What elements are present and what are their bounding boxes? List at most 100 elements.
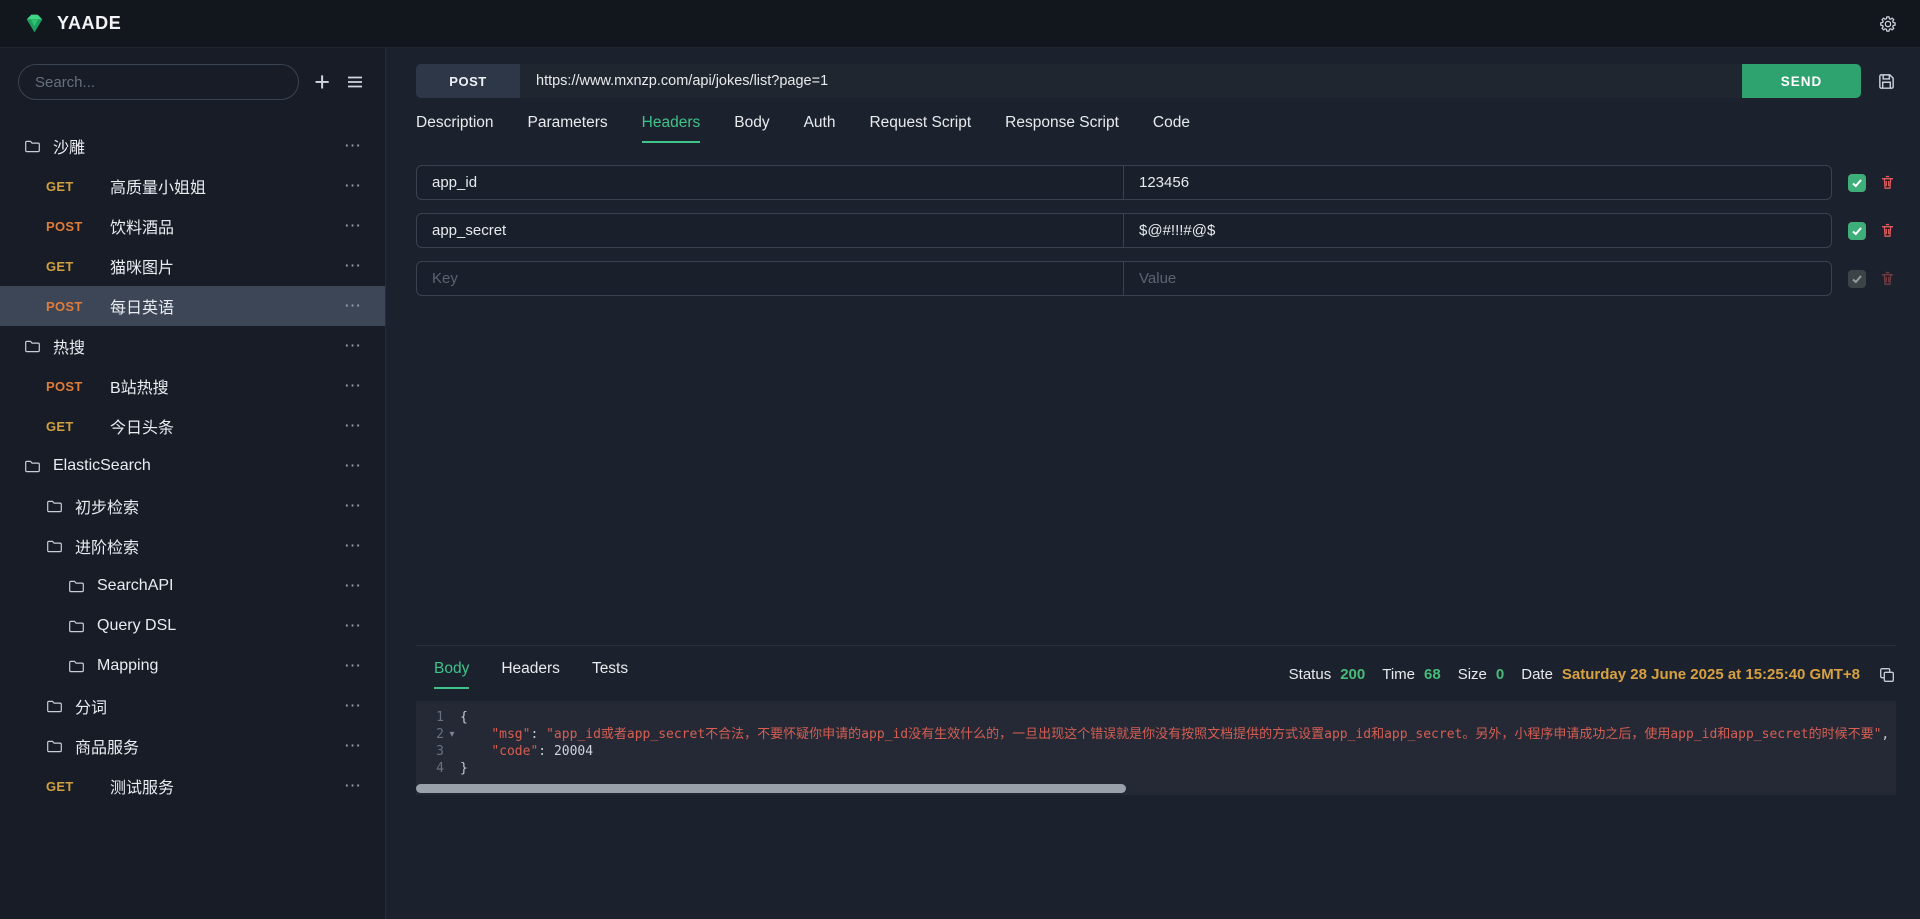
- tab-parameters[interactable]: Parameters: [528, 114, 608, 143]
- header-key-input[interactable]: [417, 166, 1124, 199]
- sidebar-request-item[interactable]: GET高质量小姐姐⋯: [0, 166, 385, 206]
- tab-code[interactable]: Code: [1153, 114, 1190, 143]
- response-header: BodyHeadersTests Status200Time68Size0Dat…: [416, 646, 1896, 689]
- header-value-input[interactable]: [1124, 262, 1831, 295]
- item-options-button[interactable]: ⋯: [344, 216, 385, 236]
- tab-auth[interactable]: Auth: [804, 114, 836, 143]
- item-label: 猫咪图片: [110, 254, 174, 278]
- add-collection-button[interactable]: +: [314, 69, 330, 96]
- delete-header-button[interactable]: [1879, 174, 1896, 191]
- tab-description[interactable]: Description: [416, 114, 494, 143]
- code-line: 2▾ "msg": "app_id或者app_secret不合法，不要怀疑你申请…: [416, 726, 1896, 743]
- item-options-button[interactable]: ⋯: [344, 456, 385, 476]
- sidebar-folder-item[interactable]: 进阶检索⋯: [0, 526, 385, 566]
- sidebar-request-item[interactable]: POST饮料酒品⋯: [0, 206, 385, 246]
- sidebar-folder-item[interactable]: Query DSL ⋯: [0, 606, 385, 646]
- sidebar-folder-item[interactable]: SearchAPI⋯: [0, 566, 385, 606]
- response-panel: BodyHeadersTests Status200Time68Size0Dat…: [416, 645, 1896, 919]
- sidebar-folder-item[interactable]: 沙雕⋯: [0, 126, 385, 166]
- item-options-button[interactable]: ⋯: [344, 776, 385, 796]
- meta-label-date: Date: [1521, 666, 1553, 683]
- sidebar-request-item[interactable]: GET猫咪图片⋯: [0, 246, 385, 286]
- sidebar-folder-item[interactable]: 分词⋯: [0, 686, 385, 726]
- header-row-box: [416, 261, 1832, 296]
- topbar: YAADE: [0, 0, 1920, 48]
- sidebar-request-item[interactable]: POSTB站热搜⋯: [0, 366, 385, 406]
- sidebar-folder-item[interactable]: 热搜⋯: [0, 326, 385, 366]
- item-options-button[interactable]: ⋯: [344, 256, 385, 276]
- item-options-button[interactable]: ⋯: [344, 616, 385, 636]
- item-options-button[interactable]: ⋯: [344, 336, 385, 356]
- horizontal-scrollbar[interactable]: [416, 784, 1126, 793]
- sidebar-request-item[interactable]: GET测试服务⋯: [0, 766, 385, 806]
- tab-body[interactable]: Body: [734, 114, 769, 143]
- fold-arrow-icon[interactable]: ▾: [444, 726, 460, 743]
- meta-value-size: 0: [1496, 666, 1504, 683]
- sidebar-menu-button[interactable]: [345, 72, 365, 92]
- delete-header-button[interactable]: [1879, 222, 1896, 239]
- folder-icon: [68, 658, 85, 675]
- line-number: 4: [416, 760, 444, 777]
- fold-spacer: [444, 709, 460, 726]
- item-options-button[interactable]: ⋯: [344, 296, 385, 316]
- item-label: 每日英语: [110, 294, 174, 318]
- item-options-button[interactable]: ⋯: [344, 136, 385, 156]
- header-value-input[interactable]: [1124, 166, 1831, 199]
- code-text: {: [460, 709, 1896, 726]
- tab-request-script[interactable]: Request Script: [869, 114, 971, 143]
- response-tab-tests[interactable]: Tests: [592, 660, 628, 689]
- code-text: }: [460, 760, 1896, 777]
- header-enabled-checkbox[interactable]: [1848, 222, 1866, 240]
- search-input[interactable]: [18, 64, 299, 100]
- header-key-input[interactable]: [417, 262, 1124, 295]
- collections-tree: 沙雕⋯GET高质量小姐姐⋯POST饮料酒品⋯GET猫咪图片⋯POST每日英语⋯热…: [0, 126, 385, 806]
- sidebar-folder-item[interactable]: Mapping⋯: [0, 646, 385, 686]
- item-options-button[interactable]: ⋯: [344, 696, 385, 716]
- line-number: 1: [416, 709, 444, 726]
- save-request-button[interactable]: [1877, 72, 1896, 91]
- response-tab-headers[interactable]: Headers: [501, 660, 560, 689]
- copy-response-button[interactable]: [1878, 666, 1896, 684]
- url-input[interactable]: [520, 64, 1742, 98]
- item-options-button[interactable]: ⋯: [344, 376, 385, 396]
- item-options-button[interactable]: ⋯: [344, 576, 385, 596]
- request-url-group: POST SEND: [416, 64, 1861, 98]
- gem-logo-icon: [22, 11, 47, 36]
- sidebar-folder-item[interactable]: 初步检索⋯: [0, 486, 385, 526]
- item-options-button[interactable]: ⋯: [344, 736, 385, 756]
- tab-headers[interactable]: Headers: [642, 114, 701, 143]
- header-row-box: [416, 213, 1832, 248]
- header-key-input[interactable]: [417, 214, 1124, 247]
- sidebar-request-item[interactable]: GET今日头条⋯: [0, 406, 385, 446]
- item-options-button[interactable]: ⋯: [344, 416, 385, 436]
- item-options-button[interactable]: ⋯: [344, 536, 385, 556]
- item-options-button[interactable]: ⋯: [344, 656, 385, 676]
- method-select[interactable]: POST: [416, 64, 520, 98]
- item-options-button[interactable]: ⋯: [344, 176, 385, 196]
- item-label: ElasticSearch: [53, 457, 151, 475]
- sidebar-folder-item[interactable]: 商品服务⋯: [0, 726, 385, 766]
- sidebar-folder-item[interactable]: ElasticSearch ⋯: [0, 446, 385, 486]
- header-row: [416, 165, 1896, 200]
- header-enabled-checkbox[interactable]: [1848, 270, 1866, 288]
- header-value-input[interactable]: [1124, 214, 1831, 247]
- delete-header-button[interactable]: [1879, 270, 1896, 287]
- sidebar-request-item[interactable]: POST每日英语⋯: [0, 286, 385, 326]
- code-line: 4}: [416, 760, 1896, 777]
- send-button[interactable]: SEND: [1742, 64, 1861, 98]
- item-label: 测试服务: [110, 774, 174, 798]
- request-bar: POST SEND: [416, 64, 1896, 98]
- item-options-button[interactable]: ⋯: [344, 496, 385, 516]
- item-label: Query DSL: [97, 617, 176, 635]
- response-meta: Status200Time68Size0DateSaturday 28 June…: [1281, 666, 1860, 683]
- sidebar: + 沙雕⋯GET高质量小姐姐⋯POST饮料酒品⋯GET猫咪图片⋯POST每日英语…: [0, 48, 386, 919]
- request-body-empty-area: [416, 309, 1896, 645]
- meta-value-status: 200: [1340, 666, 1365, 683]
- tab-response-script[interactable]: Response Script: [1005, 114, 1119, 143]
- request-method-label: POST: [46, 379, 98, 394]
- meta-value-time: 68: [1424, 666, 1441, 683]
- settings-gear-icon[interactable]: [1878, 14, 1898, 34]
- response-tab-body[interactable]: Body: [434, 660, 469, 689]
- header-enabled-checkbox[interactable]: [1848, 174, 1866, 192]
- response-body-viewer[interactable]: 1 {2▾ "msg": "app_id或者app_secret不合法，不要怀疑你…: [416, 701, 1896, 795]
